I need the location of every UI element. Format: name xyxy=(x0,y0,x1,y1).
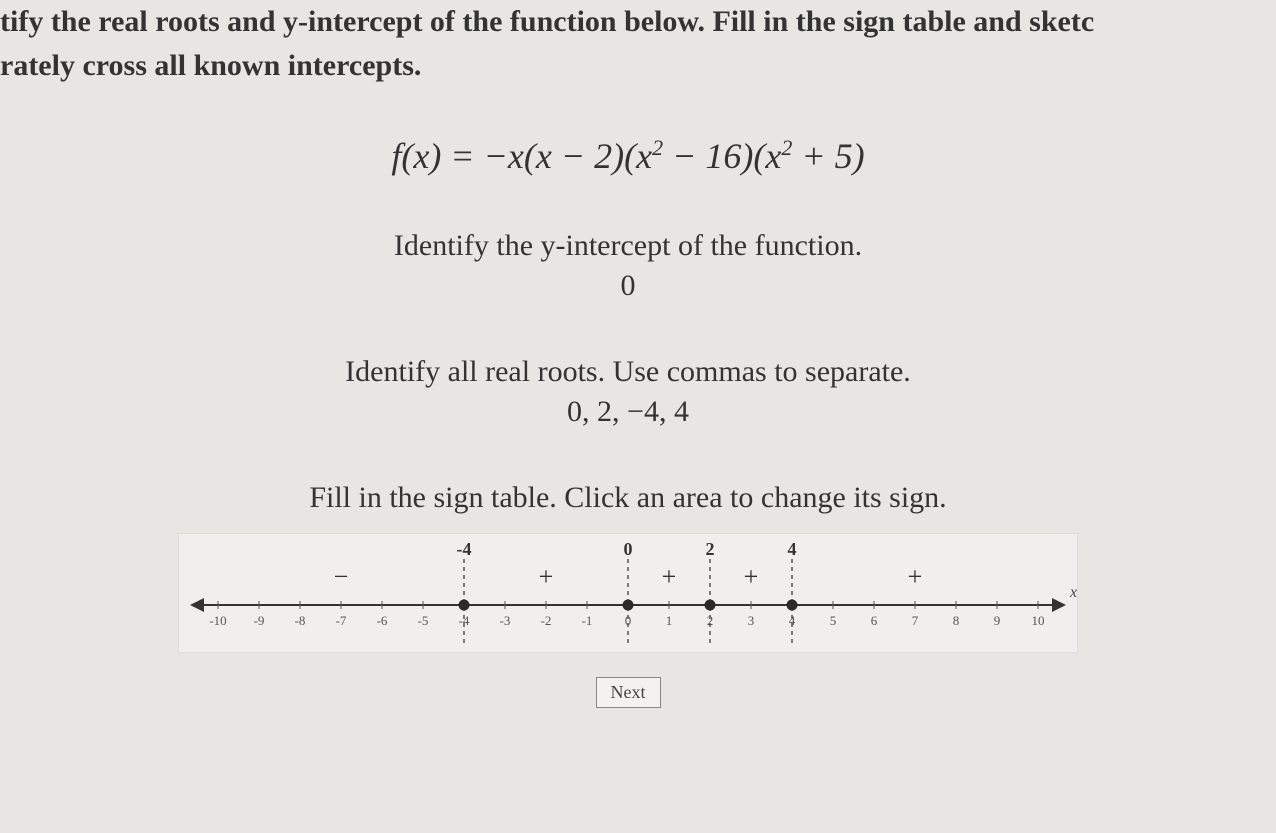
intro-line-1: tify the real roots and y-intercept of t… xyxy=(0,0,1256,44)
tick-label: 10 xyxy=(1032,613,1045,628)
sign-symbol[interactable]: + xyxy=(539,562,554,591)
function-formula: f(x) = −x(x − 2)(x2 − 16)(x2 + 5) xyxy=(0,135,1256,177)
tick-label: -8 xyxy=(295,613,306,628)
y-intercept-prompt: Identify the y-intercept of the function… xyxy=(0,229,1256,263)
sign-symbol[interactable]: + xyxy=(662,562,677,591)
axis-label: x xyxy=(1069,584,1077,601)
intro-text: tify the real roots and y-intercept of t… xyxy=(0,0,1256,87)
roots-section: Identify all real roots. Use commas to s… xyxy=(0,355,1256,429)
sign-symbol[interactable]: + xyxy=(908,562,923,591)
sign-table-section: Fill in the sign table. Click an area to… xyxy=(0,481,1256,653)
tick-label: -6 xyxy=(377,613,388,628)
tick-label: 8 xyxy=(953,613,960,628)
root-dot xyxy=(459,600,470,611)
next-button-wrap: Next xyxy=(0,677,1256,708)
intro-line-2: rately cross all known intercepts. xyxy=(0,44,1256,88)
sign-table: -10-9-8-7-6-5-4-3-2-1012345678910x-4024−… xyxy=(178,533,1078,653)
tick-label: -10 xyxy=(209,613,226,628)
tick-label: -1 xyxy=(582,613,593,628)
roots-prompt: Identify all real roots. Use commas to s… xyxy=(0,355,1256,389)
root-label: 2 xyxy=(706,539,715,559)
root-dot xyxy=(787,600,798,611)
tick-label: -3 xyxy=(500,613,511,628)
tick-label: -7 xyxy=(336,613,347,628)
tick-label: 6 xyxy=(871,613,878,628)
next-button[interactable]: Next xyxy=(596,677,661,708)
root-label: -4 xyxy=(457,539,472,559)
number-line[interactable]: -10-9-8-7-6-5-4-3-2-1012345678910x-4024−… xyxy=(178,533,1078,653)
tick-label: -2 xyxy=(541,613,552,628)
sign-symbol[interactable]: + xyxy=(744,562,759,591)
page: tify the real roots and y-intercept of t… xyxy=(0,0,1276,728)
tick-label: 5 xyxy=(830,613,837,628)
tick-label: -5 xyxy=(418,613,429,628)
sign-symbol[interactable]: − xyxy=(334,562,349,591)
root-label: 0 xyxy=(624,539,633,559)
formula-text: f(x) = −x(x − 2)(x2 − 16)(x2 + 5) xyxy=(391,136,864,176)
tick-label: -9 xyxy=(254,613,265,628)
root-label: 4 xyxy=(788,539,797,559)
y-intercept-value: 0 xyxy=(0,269,1256,303)
tick-label: 9 xyxy=(994,613,1001,628)
sign-table-prompt: Fill in the sign table. Click an area to… xyxy=(0,481,1256,515)
y-intercept-section: Identify the y-intercept of the function… xyxy=(0,229,1256,303)
root-dot xyxy=(705,600,716,611)
tick-label: 1 xyxy=(666,613,673,628)
root-dot xyxy=(623,600,634,611)
tick-label: 3 xyxy=(748,613,755,628)
roots-value: 0, 2, −4, 4 xyxy=(0,395,1256,429)
tick-label: 7 xyxy=(912,613,919,628)
